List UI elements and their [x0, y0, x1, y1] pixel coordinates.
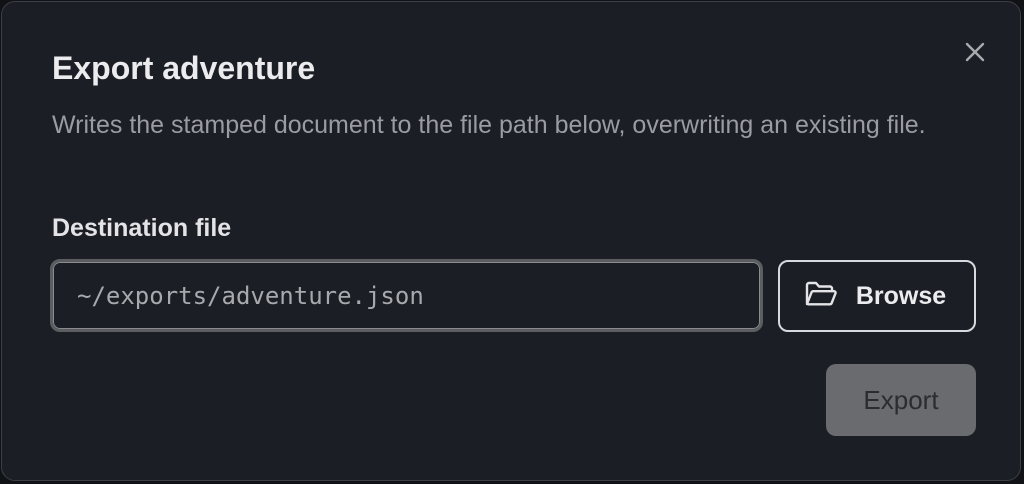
folder-open-icon: [804, 280, 838, 313]
dialog-title: Export adventure: [52, 50, 316, 86]
dialog-description: Writes the stamped document to the file …: [52, 111, 926, 139]
destination-file-input[interactable]: [50, 259, 763, 332]
export-button[interactable]: Export: [826, 364, 976, 436]
close-button[interactable]: [960, 37, 990, 67]
browse-button[interactable]: Browse: [778, 260, 976, 332]
export-dialog: Export adventure Writes the stamped docu…: [1, 1, 1021, 481]
browse-button-label: Browse: [855, 281, 947, 310]
export-button-label: Export: [863, 384, 939, 415]
close-icon: [964, 41, 986, 63]
destination-file-label: Destination file: [52, 214, 232, 242]
